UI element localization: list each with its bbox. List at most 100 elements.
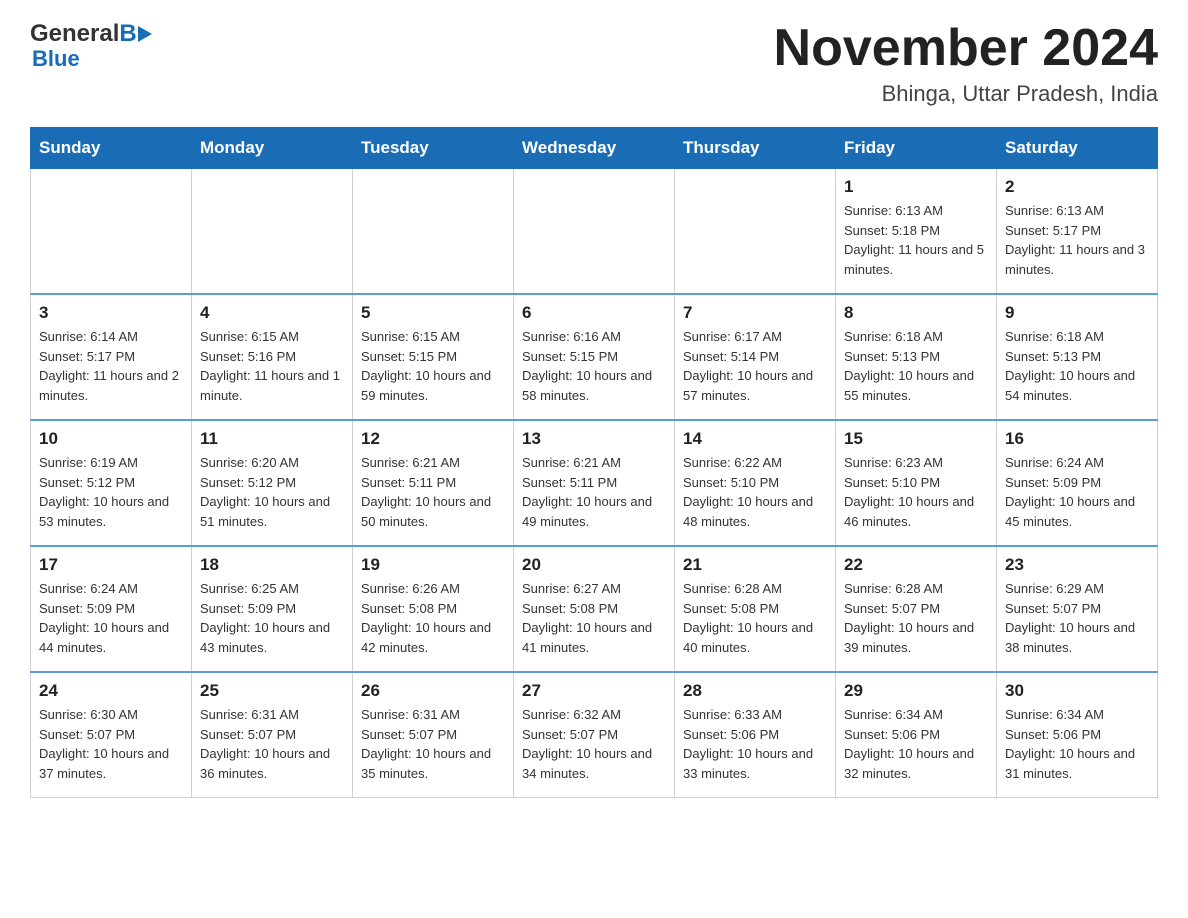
calendar-cell: 3 Sunrise: 6:14 AMSunset: 5:17 PMDaylight…: [31, 294, 192, 420]
calendar-cell: 4Sunrise: 6:15 AMSunset: 5:16 PMDaylight…: [192, 294, 353, 420]
calendar-table: Sunday Monday Tuesday Wednesday Thursday…: [30, 127, 1158, 798]
day-number: 15: [844, 429, 988, 449]
day-info: Sunrise: 6:23 AMSunset: 5:10 PMDaylight:…: [844, 453, 988, 531]
day-info: Sunrise: 6:31 AMSunset: 5:07 PMDaylight:…: [200, 705, 344, 783]
day-number: 26: [361, 681, 505, 701]
day-number: 29: [844, 681, 988, 701]
day-info: Sunrise: 6:32 AMSunset: 5:07 PMDaylight:…: [522, 705, 666, 783]
col-sunday: Sunday: [31, 128, 192, 169]
calendar-cell: 14Sunrise: 6:22 AMSunset: 5:10 PMDayligh…: [675, 420, 836, 546]
calendar-week-row: 1 Sunrise: 6:13 AMSunset: 5:18 PMDaylight…: [31, 169, 1158, 295]
day-info: Sunrise: 6:16 AMSunset: 5:15 PMDaylight:…: [522, 327, 666, 405]
day-number: 1: [844, 177, 988, 197]
col-wednesday: Wednesday: [514, 128, 675, 169]
col-monday: Monday: [192, 128, 353, 169]
calendar-week-row: 10 Sunrise: 6:19 AMSunset: 5:12 PMDayligh…: [31, 420, 1158, 546]
calendar-cell: 11Sunrise: 6:20 AMSunset: 5:12 PMDayligh…: [192, 420, 353, 546]
day-info: Sunrise: 6:34 AMSunset: 5:06 PMDaylight:…: [1005, 705, 1149, 783]
day-info: Sunrise: 6:25 AMSunset: 5:09 PMDaylight:…: [200, 579, 344, 657]
day-number: 6: [522, 303, 666, 323]
calendar-cell: [31, 169, 192, 295]
calendar-cell: 13 Sunrise: 6:21 AMSunset: 5:11 PMDayligh…: [514, 420, 675, 546]
col-saturday: Saturday: [997, 128, 1158, 169]
day-info: Sunrise: 6:21 AMSunset: 5:11 PMDaylight:…: [361, 453, 505, 531]
day-number: 10: [39, 429, 183, 449]
day-number: 12: [361, 429, 505, 449]
day-number: 28: [683, 681, 827, 701]
calendar-cell: 20 Sunrise: 6:27 AMSunset: 5:08 PMDayligh…: [514, 546, 675, 672]
logo: General B Blue: [30, 20, 153, 72]
calendar-week-row: 24Sunrise: 6:30 AMSunset: 5:07 PMDayligh…: [31, 672, 1158, 798]
day-number: 27: [522, 681, 666, 701]
day-info: Sunrise: 6:30 AMSunset: 5:07 PMDaylight:…: [39, 705, 183, 783]
day-number: 11: [200, 429, 344, 449]
day-info: Sunrise: 6:24 AMSunset: 5:09 PMDaylight:…: [1005, 453, 1149, 531]
calendar-cell: 10 Sunrise: 6:19 AMSunset: 5:12 PMDayligh…: [31, 420, 192, 546]
month-title: November 2024: [774, 20, 1158, 77]
location-subtitle: Bhinga, Uttar Pradesh, India: [774, 81, 1158, 107]
day-info: Sunrise: 6:28 AMSunset: 5:08 PMDaylight:…: [683, 579, 827, 657]
calendar-cell: 22Sunrise: 6:28 AMSunset: 5:07 PMDayligh…: [836, 546, 997, 672]
day-info: Sunrise: 6:28 AMSunset: 5:07 PMDaylight:…: [844, 579, 988, 657]
calendar-cell: 18 Sunrise: 6:25 AMSunset: 5:09 PMDayligh…: [192, 546, 353, 672]
day-info: Sunrise: 6:13 AMSunset: 5:18 PMDaylight:…: [844, 201, 988, 279]
day-info: Sunrise: 6:18 AMSunset: 5:13 PMDaylight:…: [1005, 327, 1149, 405]
day-info: Sunrise: 6:18 AMSunset: 5:13 PMDaylight:…: [844, 327, 988, 405]
calendar-cell: 1 Sunrise: 6:13 AMSunset: 5:18 PMDaylight…: [836, 169, 997, 295]
calendar-cell: [192, 169, 353, 295]
day-number: 3: [39, 303, 183, 323]
calendar-cell: 7 Sunrise: 6:17 AMSunset: 5:14 PMDaylight…: [675, 294, 836, 420]
day-number: 2: [1005, 177, 1149, 197]
day-number: 13: [522, 429, 666, 449]
calendar-cell: 24Sunrise: 6:30 AMSunset: 5:07 PMDayligh…: [31, 672, 192, 798]
day-info: Sunrise: 6:17 AMSunset: 5:14 PMDaylight:…: [683, 327, 827, 405]
day-info: Sunrise: 6:15 AMSunset: 5:15 PMDaylight:…: [361, 327, 505, 405]
calendar-cell: [353, 169, 514, 295]
day-number: 7: [683, 303, 827, 323]
calendar-cell: 9 Sunrise: 6:18 AMSunset: 5:13 PMDaylight…: [997, 294, 1158, 420]
day-number: 8: [844, 303, 988, 323]
calendar-cell: 15 Sunrise: 6:23 AMSunset: 5:10 PMDayligh…: [836, 420, 997, 546]
calendar-cell: 29Sunrise: 6:34 AMSunset: 5:06 PMDayligh…: [836, 672, 997, 798]
day-number: 9: [1005, 303, 1149, 323]
calendar-cell: 26 Sunrise: 6:31 AMSunset: 5:07 PMDayligh…: [353, 672, 514, 798]
calendar-cell: 12 Sunrise: 6:21 AMSunset: 5:11 PMDayligh…: [353, 420, 514, 546]
calendar-cell: 30 Sunrise: 6:34 AMSunset: 5:06 PMDayligh…: [997, 672, 1158, 798]
calendar-cell: [514, 169, 675, 295]
day-info: Sunrise: 6:19 AMSunset: 5:12 PMDaylight:…: [39, 453, 183, 531]
calendar-cell: 28 Sunrise: 6:33 AMSunset: 5:06 PMDayligh…: [675, 672, 836, 798]
day-number: 30: [1005, 681, 1149, 701]
calendar-cell: 5 Sunrise: 6:15 AMSunset: 5:15 PMDaylight…: [353, 294, 514, 420]
day-info: Sunrise: 6:22 AMSunset: 5:10 PMDaylight:…: [683, 453, 827, 531]
calendar-cell: 8 Sunrise: 6:18 AMSunset: 5:13 PMDaylight…: [836, 294, 997, 420]
logo-subtitle: Blue: [32, 46, 80, 72]
day-info: Sunrise: 6:24 AMSunset: 5:09 PMDaylight:…: [39, 579, 183, 657]
day-number: 16: [1005, 429, 1149, 449]
day-info: Sunrise: 6:15 AMSunset: 5:16 PMDaylight:…: [200, 327, 344, 405]
calendar-cell: 17 Sunrise: 6:24 AMSunset: 5:09 PMDayligh…: [31, 546, 192, 672]
calendar-cell: 2Sunrise: 6:13 AMSunset: 5:17 PMDaylight…: [997, 169, 1158, 295]
day-info: Sunrise: 6:33 AMSunset: 5:06 PMDaylight:…: [683, 705, 827, 783]
day-info: Sunrise: 6:21 AMSunset: 5:11 PMDaylight:…: [522, 453, 666, 531]
day-number: 5: [361, 303, 505, 323]
day-number: 21: [683, 555, 827, 575]
day-info: Sunrise: 6:29 AMSunset: 5:07 PMDaylight:…: [1005, 579, 1149, 657]
day-info: Sunrise: 6:31 AMSunset: 5:07 PMDaylight:…: [361, 705, 505, 783]
day-info: Sunrise: 6:27 AMSunset: 5:08 PMDaylight:…: [522, 579, 666, 657]
calendar-header-row: Sunday Monday Tuesday Wednesday Thursday…: [31, 128, 1158, 169]
day-number: 17: [39, 555, 183, 575]
day-number: 19: [361, 555, 505, 575]
day-number: 18: [200, 555, 344, 575]
day-info: Sunrise: 6:14 AMSunset: 5:17 PMDaylight:…: [39, 327, 183, 405]
day-info: Sunrise: 6:26 AMSunset: 5:08 PMDaylight:…: [361, 579, 505, 657]
calendar-cell: 19 Sunrise: 6:26 AMSunset: 5:08 PMDayligh…: [353, 546, 514, 672]
col-thursday: Thursday: [675, 128, 836, 169]
calendar-week-row: 3 Sunrise: 6:14 AMSunset: 5:17 PMDaylight…: [31, 294, 1158, 420]
calendar-cell: [675, 169, 836, 295]
calendar-cell: 6 Sunrise: 6:16 AMSunset: 5:15 PMDaylight…: [514, 294, 675, 420]
calendar-cell: 25Sunrise: 6:31 AMSunset: 5:07 PMDayligh…: [192, 672, 353, 798]
calendar-cell: 27 Sunrise: 6:32 AMSunset: 5:07 PMDayligh…: [514, 672, 675, 798]
calendar-cell: 23Sunrise: 6:29 AMSunset: 5:07 PMDayligh…: [997, 546, 1158, 672]
day-number: 20: [522, 555, 666, 575]
col-friday: Friday: [836, 128, 997, 169]
